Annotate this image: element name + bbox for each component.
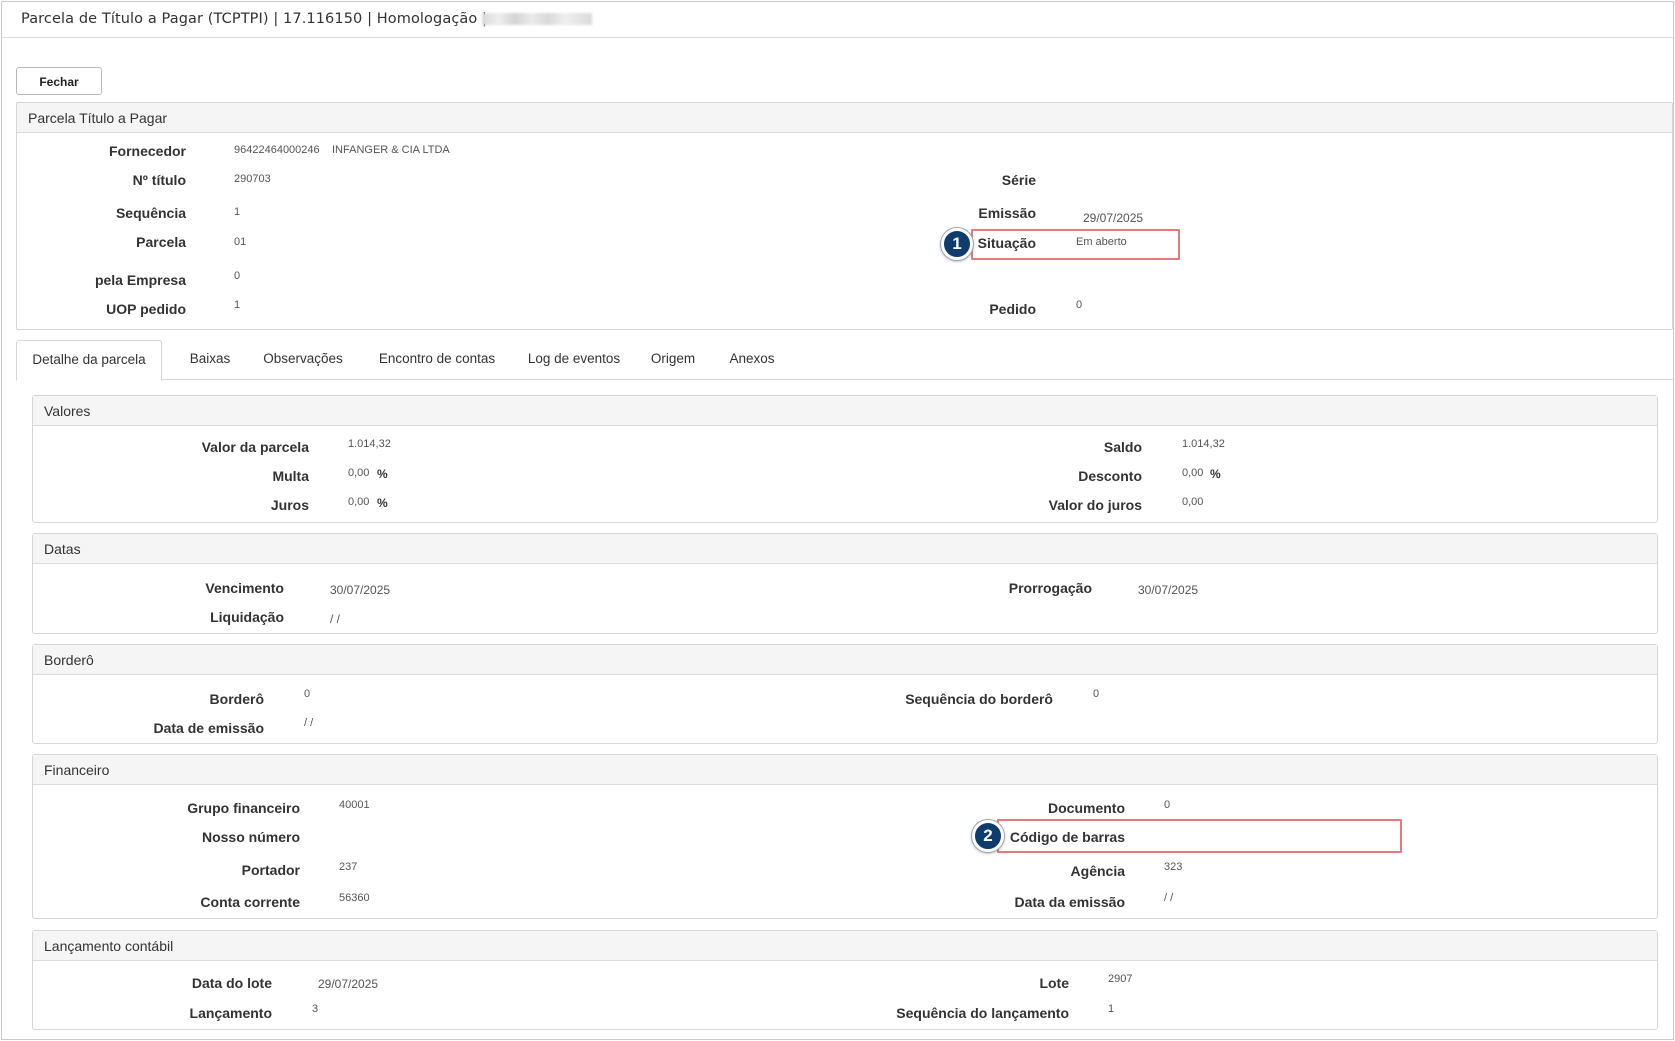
nosso-numero-label: Nosso número xyxy=(201,829,300,845)
documento-label: Documento xyxy=(1048,800,1125,816)
prorrogacao-label: Prorrogação xyxy=(1008,580,1092,596)
seq-bordero-label: Sequência do borderô xyxy=(905,691,1053,707)
redacted-environment-text xyxy=(482,13,592,25)
grupo-financeiro-label: Grupo financeiro xyxy=(187,800,300,816)
uop-value: 1 xyxy=(234,299,241,311)
seq-bordero-value: 0 xyxy=(1093,688,1100,700)
situacao-highlight-box xyxy=(971,229,1180,260)
grupo-financeiro-value: 40001 xyxy=(339,799,370,811)
multa-label: Multa xyxy=(272,468,309,484)
empresa-label: pela Empresa xyxy=(94,272,186,288)
financeiro-data-emissao-value: / / xyxy=(1164,892,1174,904)
bordero-section: Borderô xyxy=(32,644,1658,744)
lancamento-title: Lançamento contábil xyxy=(33,931,1657,961)
tab-detalhe-parcela[interactable]: Detalhe da parcela xyxy=(16,340,162,381)
financeiro-title: Financeiro xyxy=(33,755,1657,785)
callout-badge-1: 1 xyxy=(941,228,973,260)
emissao-label: Emissão xyxy=(978,205,1036,221)
vencimento-value: 30/07/2025 xyxy=(330,583,391,597)
parcela-value: 01 xyxy=(234,236,247,248)
bordero-data-emissao-label: Data de emissão xyxy=(153,720,265,736)
valor-juros-value: 0,00 xyxy=(1182,496,1204,508)
title-bar: Parcela de Título a Pagar (TCPTPI) | 17.… xyxy=(2,2,1673,38)
emissao-value: 29/07/2025 xyxy=(1083,211,1144,225)
saldo-value: 1.014,32 xyxy=(1182,438,1225,450)
titulo-value: 290703 xyxy=(234,173,271,185)
agencia-value: 323 xyxy=(1164,861,1183,873)
serie-label: Série xyxy=(1001,172,1036,188)
tab-bar: Detalhe da parcela Baixas Observações En… xyxy=(16,340,1673,381)
lote-label: Lote xyxy=(1039,975,1069,991)
juros-label: Juros xyxy=(270,497,309,513)
data-lote-label: Data do lote xyxy=(191,975,272,991)
juros-value: 0,00 xyxy=(348,496,370,508)
multa-value: 0,00 xyxy=(348,467,370,479)
seq-lancamento-label: Sequência do lançamento xyxy=(896,1005,1069,1021)
pedido-label: Pedido xyxy=(989,301,1036,317)
title-header-panel: Parcela Título a Pagar xyxy=(16,102,1673,330)
tab-encontro-contas[interactable]: Encontro de contas xyxy=(364,340,510,380)
desconto-percent: % xyxy=(1210,467,1221,481)
bordero-data-emissao-value: / / xyxy=(304,717,314,729)
tab-observacoes[interactable]: Observações xyxy=(248,340,358,380)
valor-parcela-value: 1.014,32 xyxy=(348,438,391,450)
lancamento-label: Lançamento xyxy=(189,1005,272,1021)
agencia-label: Agência xyxy=(1070,863,1125,879)
lancamento-section: Lançamento contábil xyxy=(32,930,1658,1030)
desconto-label: Desconto xyxy=(1078,468,1142,484)
portador-value: 237 xyxy=(339,861,358,873)
callout-badge-2: 2 xyxy=(972,820,1004,852)
saldo-label: Saldo xyxy=(1103,439,1142,455)
prorrogacao-value: 30/07/2025 xyxy=(1138,583,1199,597)
lote-value: 2907 xyxy=(1108,973,1133,985)
window-title: Parcela de Título a Pagar (TCPTPI) | 17.… xyxy=(21,11,488,27)
seq-lancamento-value: 1 xyxy=(1108,1003,1115,1015)
tab-origem[interactable]: Origem xyxy=(638,340,708,380)
tab-baixas[interactable]: Baixas xyxy=(176,340,244,380)
financeiro-data-emissao-label: Data da emissão xyxy=(1014,894,1126,910)
desconto-value: 0,00 xyxy=(1182,467,1204,479)
liquidacao-label: Liquidação xyxy=(210,609,284,625)
conta-corrente-value: 56360 xyxy=(339,892,370,904)
fornecedor-name: INFANGER & CIA LTDA xyxy=(332,144,450,156)
valores-title: Valores xyxy=(33,396,1657,426)
parcela-label: Parcela xyxy=(136,234,186,250)
lancamento-value: 3 xyxy=(312,1003,319,1015)
pedido-value: 0 xyxy=(1076,299,1083,311)
vencimento-label: Vencimento xyxy=(205,580,284,596)
documento-value: 0 xyxy=(1164,799,1171,811)
valor-parcela-label: Valor da parcela xyxy=(201,439,309,455)
sequencia-label: Sequência xyxy=(115,205,186,221)
uop-label: UOP pedido xyxy=(106,301,186,317)
empresa-value: 0 xyxy=(234,270,241,282)
conta-corrente-label: Conta corrente xyxy=(200,894,300,910)
portador-label: Portador xyxy=(241,862,300,878)
valor-juros-label: Valor do juros xyxy=(1048,497,1142,513)
datas-title: Datas xyxy=(33,534,1657,564)
sequencia-value: 1 xyxy=(234,206,241,218)
bordero-value: 0 xyxy=(304,688,311,700)
data-lote-value: 29/07/2025 xyxy=(318,977,379,991)
bordero-label: Borderô xyxy=(209,691,264,707)
tab-log-eventos[interactable]: Log de eventos xyxy=(511,340,637,380)
titulo-label: Nº título xyxy=(132,172,186,188)
tab-anexos[interactable]: Anexos xyxy=(712,340,792,380)
liquidacao-value: / / xyxy=(330,612,341,626)
juros-percent: % xyxy=(377,496,388,510)
app-window: Parcela de Título a Pagar (TCPTPI) | 17.… xyxy=(1,1,1674,1040)
codigo-barras-highlight-box xyxy=(997,819,1402,853)
bordero-title: Borderô xyxy=(33,645,1657,675)
header-panel-title: Parcela Título a Pagar xyxy=(17,103,1672,133)
fornecedor-code: 96422464000246 xyxy=(234,144,320,156)
close-button[interactable]: Fechar xyxy=(16,67,102,95)
multa-percent: % xyxy=(377,467,388,481)
fornecedor-label: Fornecedor xyxy=(108,143,186,159)
